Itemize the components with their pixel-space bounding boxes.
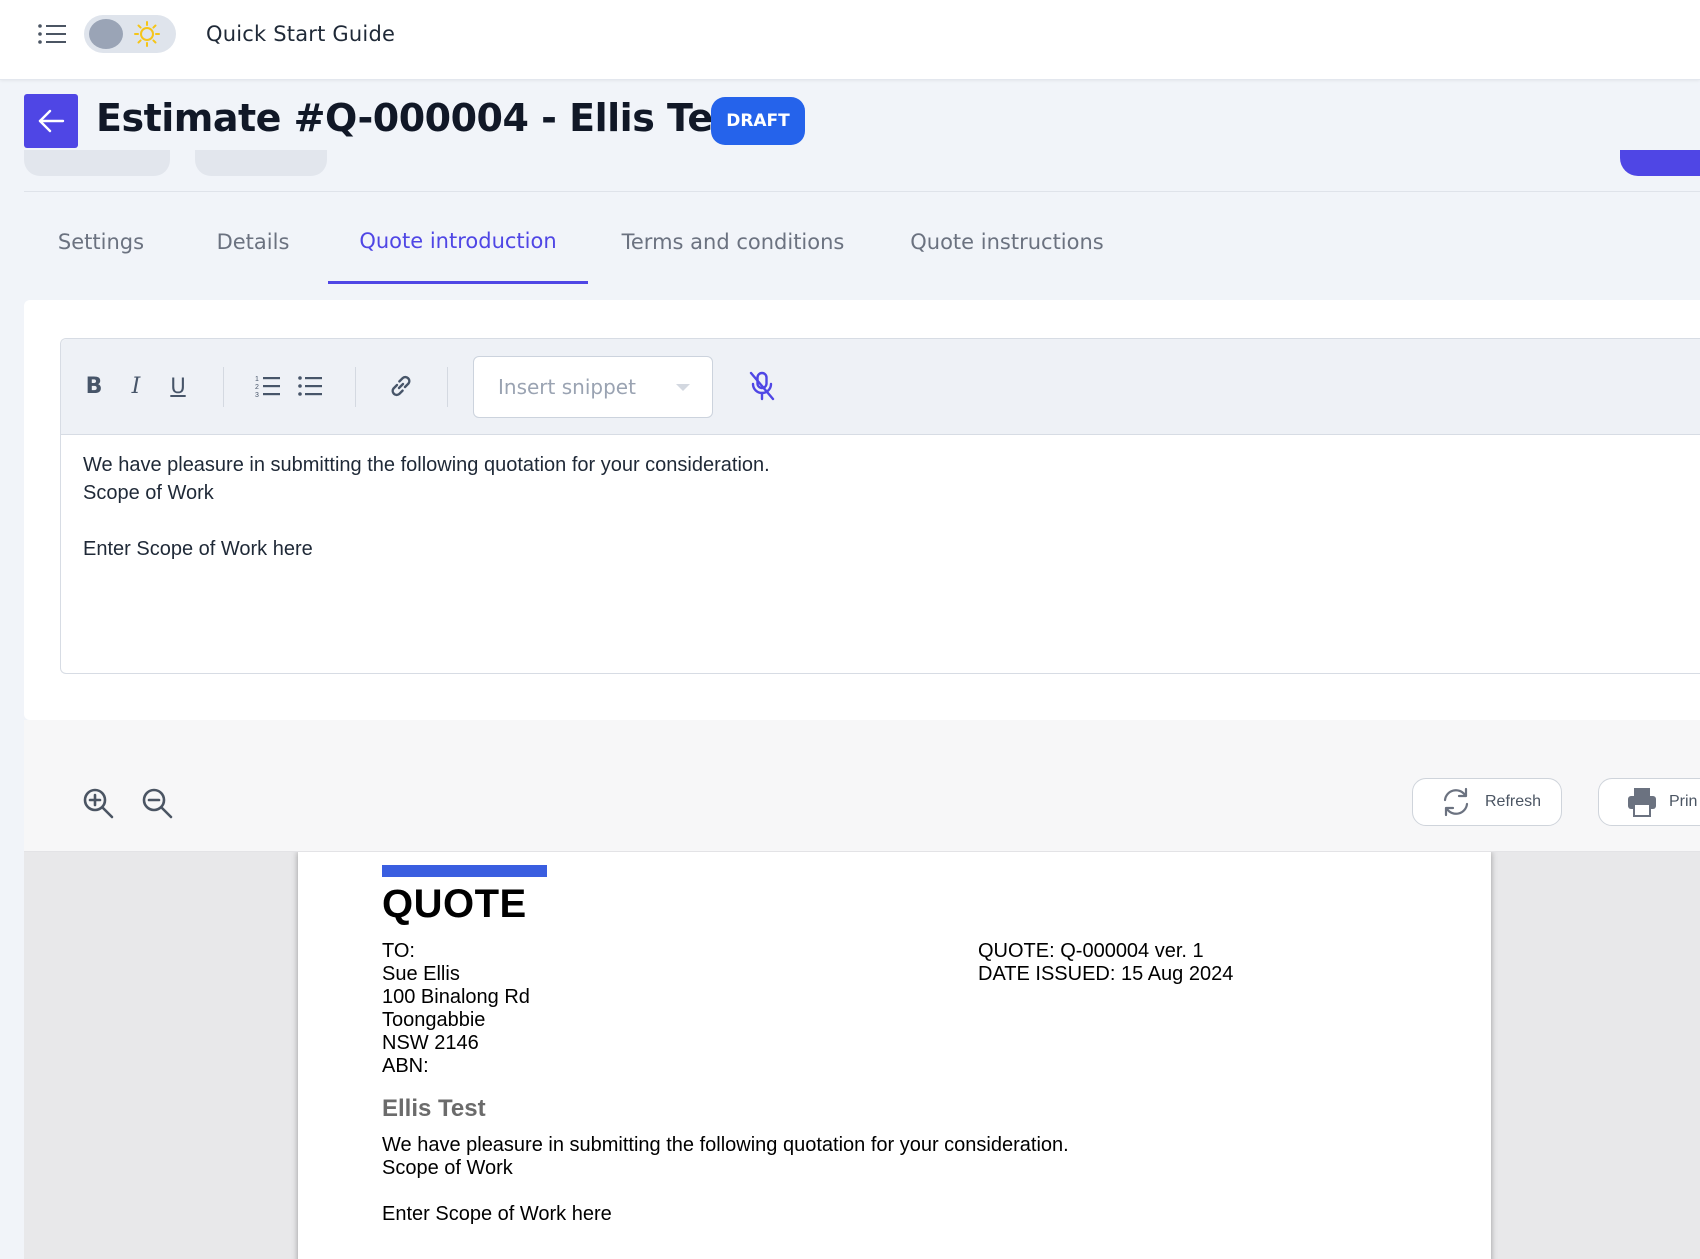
printer-icon xyxy=(1628,788,1656,817)
italic-label: I xyxy=(131,373,141,399)
intro-paragraph xyxy=(382,1180,1069,1203)
print-button[interactable]: Prin xyxy=(1598,778,1700,826)
tab-quote-instructions[interactable]: Quote instructions xyxy=(878,200,1136,284)
editor-content[interactable]: We have pleasure in submitting the follo… xyxy=(83,451,770,563)
top-bar: Quick Start Guide xyxy=(0,0,1700,80)
intro-paragraph: We have pleasure in submitting the follo… xyxy=(382,1134,1069,1156)
quote-number: QUOTE: Q-000004 ver. 1 xyxy=(978,940,1204,962)
intro-paragraph: Scope of Work xyxy=(382,1157,513,1179)
italic-icon[interactable]: I xyxy=(121,369,151,403)
send-button[interactable] xyxy=(1620,150,1700,176)
quote-meta-block: QUOTE: Q-000004 ver. 1 DATE ISSUED: 15 A… xyxy=(978,940,1233,986)
insert-snippet-dropdown[interactable]: Insert snippet xyxy=(473,356,713,418)
document-intro: We have pleasure in submitting the follo… xyxy=(382,1134,1069,1226)
bold-icon[interactable]: B xyxy=(79,369,109,403)
chevron-down-icon xyxy=(676,384,690,391)
underline-icon[interactable]: U xyxy=(163,369,193,403)
sun-icon xyxy=(133,20,161,48)
date-issued: DATE ISSUED: 15 Aug 2024 xyxy=(978,963,1234,985)
zoom-out-icon[interactable] xyxy=(140,786,176,822)
refresh-label: Refresh xyxy=(1485,793,1542,810)
toggle-knob xyxy=(89,19,123,49)
editor-paragraph: Enter Scope of Work here xyxy=(83,538,313,560)
refresh-button[interactable]: Refresh xyxy=(1412,778,1562,826)
recipient-line: ABN: xyxy=(382,1055,429,1077)
editor-toolbar: B I U 1 2 3 Insert snippet xyxy=(61,339,1700,435)
bold-label: B xyxy=(85,373,103,399)
rich-text-editor: B I U 1 2 3 Insert snippet We have pleas… xyxy=(60,338,1700,674)
document-preview: QUOTE TO: Sue Ellis 100 Binalong Rd Toon… xyxy=(24,852,1700,1259)
quick-start-guide-link[interactable]: Quick Start Guide xyxy=(206,22,395,46)
pdf-page: QUOTE TO: Sue Ellis 100 Binalong Rd Toon… xyxy=(298,852,1491,1259)
svg-text:1: 1 xyxy=(255,376,259,383)
preview-toolbar: Refresh Prin xyxy=(24,720,1700,852)
recipient-line: TO: xyxy=(382,940,415,962)
refresh-icon xyxy=(1443,787,1469,817)
hidden-action-button[interactable] xyxy=(195,150,327,176)
editor-paragraph: Scope of Work xyxy=(83,482,214,504)
page-title: Estimate #Q-000004 - Ellis Test xyxy=(96,96,753,140)
recipient-line: 100 Binalong Rd xyxy=(382,986,530,1008)
toolbar-separator xyxy=(355,367,356,407)
document-subject: Ellis Test xyxy=(382,1095,486,1122)
bullet-list-icon[interactable] xyxy=(295,369,325,403)
microphone-off-icon[interactable] xyxy=(747,369,777,403)
status-badge: DRAFT xyxy=(711,97,805,145)
arrow-left-icon xyxy=(38,109,65,133)
document-accent-bar xyxy=(382,865,547,877)
tab-details[interactable]: Details xyxy=(178,200,328,284)
toolbar-separator xyxy=(447,367,448,407)
underline-label: U xyxy=(170,374,186,398)
editor-paragraph: We have pleasure in submitting the follo… xyxy=(83,454,770,476)
hidden-action-button[interactable] xyxy=(24,150,170,176)
back-button[interactable] xyxy=(24,94,78,148)
svg-text:2: 2 xyxy=(255,384,259,391)
svg-text:3: 3 xyxy=(255,392,259,398)
recipient-block: TO: Sue Ellis 100 Binalong Rd Toongabbie… xyxy=(382,940,530,1078)
recipient-line: Sue Ellis xyxy=(382,963,460,985)
list-menu-icon[interactable] xyxy=(36,20,70,48)
toolbar-separator xyxy=(223,367,224,407)
theme-toggle[interactable] xyxy=(84,15,176,53)
tab-terms-and-conditions[interactable]: Terms and conditions xyxy=(588,200,878,284)
snippet-placeholder: Insert snippet xyxy=(498,375,636,399)
recipient-line: NSW 2146 xyxy=(382,1032,479,1054)
ordered-list-icon[interactable]: 1 2 3 xyxy=(253,369,283,403)
intro-paragraph: Enter Scope of Work here xyxy=(382,1203,612,1225)
link-icon[interactable] xyxy=(386,369,416,403)
document-heading: QUOTE xyxy=(382,882,527,926)
divider xyxy=(24,191,1700,192)
tab-quote-introduction[interactable]: Quote introduction xyxy=(328,200,588,284)
editor-paragraph xyxy=(83,507,770,535)
print-label: Prin xyxy=(1669,793,1698,810)
zoom-in-icon[interactable] xyxy=(81,786,117,822)
tab-settings[interactable]: Settings xyxy=(24,200,178,284)
recipient-line: Toongabbie xyxy=(382,1009,486,1031)
